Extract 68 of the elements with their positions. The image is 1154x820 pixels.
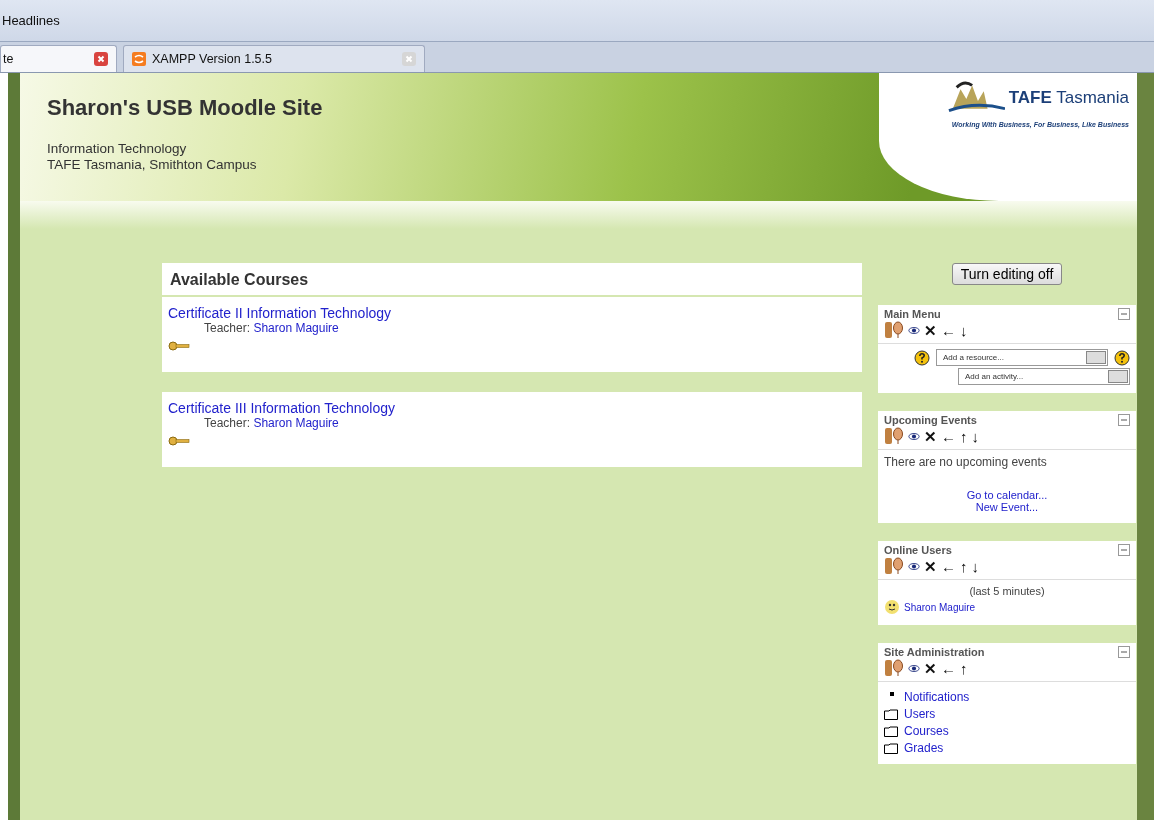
logo-text: TAFE Tasmania (1008, 88, 1129, 108)
course-link[interactable]: Certificate III Information Technology (168, 400, 856, 416)
xampp-icon (132, 52, 146, 66)
block-link[interactable]: New Event... (975, 501, 1039, 513)
course-link[interactable]: Certificate II Information Technology (168, 305, 856, 321)
bullet-icon (890, 692, 894, 696)
collapse-icon[interactable] (1118, 414, 1130, 426)
teacher-label: Teacher: (204, 321, 251, 335)
collapse-icon[interactable] (1118, 308, 1130, 320)
smiley-icon (884, 599, 900, 615)
block-title: Upcoming Events (884, 414, 977, 426)
browser-tab[interactable]: te (0, 45, 117, 72)
teacher-label: Teacher: (204, 416, 251, 430)
collapse-icon[interactable] (1118, 544, 1130, 556)
browser-tab[interactable]: XAMPP Version 1.5.5 (123, 45, 425, 72)
folder-icon (884, 725, 898, 737)
folder-icon (884, 742, 898, 754)
eye-icon[interactable] (908, 431, 920, 441)
block-title: Online Users (884, 544, 952, 556)
teacher-link[interactable]: Sharon Maguire (253, 321, 339, 335)
turn-editing-off-button[interactable]: Turn editing off (951, 263, 1063, 285)
admin-link[interactable]: Grades (904, 741, 944, 755)
block-action[interactable]: ↓ (971, 428, 979, 444)
roles-icon[interactable] (884, 321, 904, 339)
roles-icon[interactable] (884, 659, 904, 677)
block-title: Main Menu (884, 308, 941, 320)
block-action[interactable]: ← (941, 428, 956, 444)
logo-icon (946, 81, 1005, 115)
roles-icon[interactable] (884, 557, 904, 575)
eye-icon[interactable] (908, 325, 920, 335)
key-icon (168, 436, 190, 446)
block-title: Site Administration (884, 646, 985, 658)
resource-select[interactable]: Add a resource... (936, 349, 1108, 366)
admin-link[interactable]: Notifications (904, 690, 970, 704)
collapse-icon[interactable] (1118, 646, 1130, 658)
activity-select[interactable]: Add an activity... (958, 368, 1130, 385)
block-action[interactable]: ✕ (924, 660, 937, 676)
block-action[interactable]: ↑ (960, 428, 968, 444)
roles-icon[interactable] (884, 427, 904, 445)
block-action[interactable]: ↑ (960, 558, 968, 574)
close-icon[interactable] (94, 52, 108, 66)
block-link[interactable]: Go to calendar... (966, 489, 1048, 501)
admin-link[interactable]: Users (904, 707, 936, 721)
block-action[interactable]: ↓ (971, 558, 979, 574)
user-link[interactable]: Sharon Maguire (904, 601, 976, 613)
block-action[interactable]: ✕ (924, 428, 937, 444)
block-action[interactable]: ↓ (960, 322, 968, 338)
time-note: (last 5 minutes) (968, 585, 1046, 597)
site-title: Sharon's USB Moodle Site (47, 95, 323, 121)
block-action[interactable]: ← (941, 660, 956, 676)
help-icon[interactable] (914, 349, 930, 366)
key-icon (168, 341, 190, 351)
section-heading: Available Courses (162, 263, 862, 295)
block-action[interactable]: ✕ (924, 322, 937, 338)
admin-link[interactable]: Courses (904, 724, 949, 738)
site-subtitle: TAFE Tasmania, Smithton Campus (47, 157, 258, 173)
folder-icon (884, 708, 898, 720)
bookmark-item[interactable]: Headlines (2, 13, 60, 28)
block-action[interactable]: ← (941, 558, 956, 574)
block-action[interactable]: ← (941, 322, 956, 338)
help-icon[interactable] (1114, 349, 1130, 366)
eye-icon[interactable] (908, 663, 920, 673)
site-subtitle: Information Technology (47, 141, 188, 157)
block-action[interactable]: ✕ (924, 558, 937, 574)
eye-icon[interactable] (908, 561, 920, 571)
block-action[interactable]: ↑ (960, 660, 968, 676)
empty-message: There are no upcoming events (884, 455, 1048, 469)
teacher-link[interactable]: Sharon Maguire (253, 416, 339, 430)
